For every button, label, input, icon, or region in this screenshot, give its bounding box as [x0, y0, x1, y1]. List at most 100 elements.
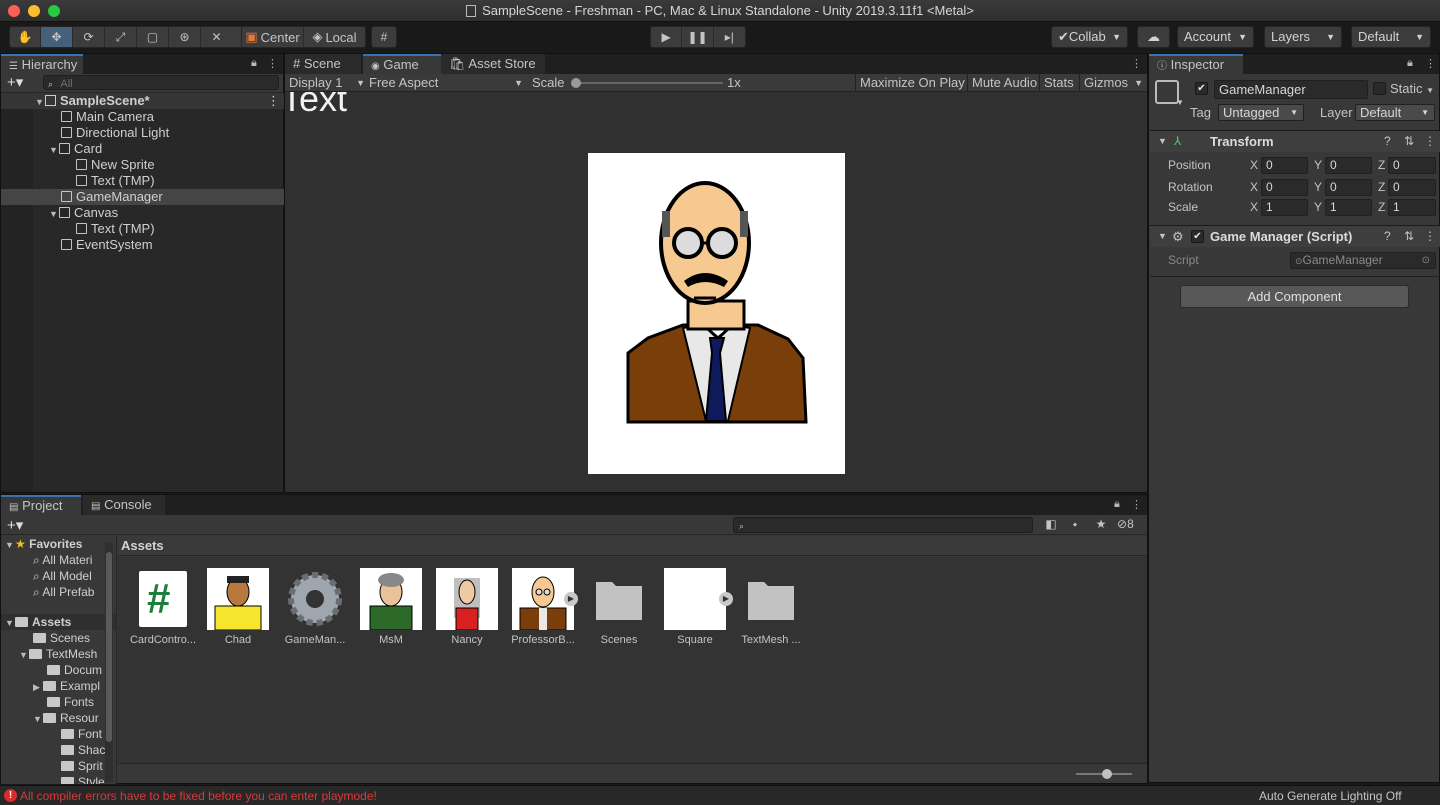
- asset-item-nancy[interactable]: Nancy: [431, 568, 503, 646]
- zoom-window-button[interactable]: [48, 5, 60, 17]
- asset-item-msm[interactable]: MsM: [355, 568, 427, 646]
- tree-folder[interactable]: Style: [61, 774, 105, 784]
- tree-folder[interactable]: ▼ TextMesh: [19, 646, 97, 662]
- position-z-field[interactable]: 0: [1388, 157, 1436, 174]
- tab-project[interactable]: ▤ Project: [1, 495, 81, 515]
- rotation-z-field[interactable]: 0: [1388, 179, 1436, 196]
- transform-tool-icon[interactable]: ⊛: [169, 27, 201, 47]
- active-checkbox[interactable]: ✔: [1195, 82, 1208, 95]
- breadcrumb-assets[interactable]: Assets: [121, 538, 164, 553]
- asset-item-cardcontroller[interactable]: # CardContro...: [127, 568, 199, 646]
- static-checkbox[interactable]: [1373, 82, 1386, 95]
- mute-audio-toggle[interactable]: Mute Audio: [967, 74, 1041, 92]
- tab-asset-store[interactable]: 🛍︎ Asset Store: [441, 54, 545, 74]
- hierarchy-item-eventsystem[interactable]: EventSystem: [1, 237, 284, 253]
- rotate-tool-icon[interactable]: ⟳: [73, 27, 105, 47]
- asset-item-gamemanager[interactable]: GameMan...: [279, 568, 351, 646]
- pivot-center-button[interactable]: ▣ Center: [242, 27, 304, 47]
- aspect-dropdown[interactable]: Free Aspect ▼: [369, 74, 523, 92]
- lock-icon[interactable]: 🔒︎: [1114, 498, 1120, 511]
- tree-folder[interactable]: Sprit: [61, 758, 103, 774]
- preset-icon[interactable]: ⇅: [1404, 134, 1414, 148]
- scale-x-field[interactable]: 1: [1261, 199, 1308, 216]
- tab-game[interactable]: ◉ Game: [363, 54, 445, 74]
- hierarchy-search-input[interactable]: ⌕ All: [43, 75, 279, 90]
- play-icon[interactable]: ▶: [651, 27, 683, 47]
- layer-dropdown[interactable]: Default ▼: [1355, 104, 1435, 121]
- asset-item-chad[interactable]: Chad: [202, 568, 274, 646]
- kebab-menu-icon[interactable]: ⋮: [1424, 134, 1436, 148]
- scale-y-field[interactable]: 1: [1325, 199, 1372, 216]
- script-enabled-checkbox[interactable]: ✔: [1191, 230, 1204, 243]
- hierarchy-item-card-text[interactable]: Text (TMP): [1, 173, 284, 189]
- help-icon[interactable]: ?: [1384, 229, 1391, 243]
- scale-slider[interactable]: [571, 78, 723, 88]
- transform-header[interactable]: ▼ ⅄ Transform ? ⇅ ⋮: [1150, 130, 1440, 152]
- stats-toggle[interactable]: Stats: [1039, 74, 1078, 92]
- maximize-on-play-toggle[interactable]: Maximize On Play: [855, 74, 969, 92]
- tag-dropdown[interactable]: Untagged ▼: [1218, 104, 1304, 121]
- display-dropdown[interactable]: Display 1 ▼: [289, 74, 365, 92]
- assets-row[interactable]: ▼ Assets: [1, 614, 116, 630]
- tree-scrollbar[interactable]: [105, 542, 113, 782]
- hierarchy-item-directional-light[interactable]: Directional Light: [1, 125, 284, 141]
- lock-icon[interactable]: 🔒︎: [1407, 57, 1413, 70]
- asset-item-square[interactable]: Square ▶: [659, 568, 733, 646]
- tree-folder[interactable]: Scenes: [33, 630, 90, 646]
- step-icon[interactable]: ▸|: [714, 27, 745, 47]
- tree-folder[interactable]: Docum: [47, 662, 102, 678]
- preset-icon[interactable]: ⇅: [1404, 229, 1414, 243]
- scale-tool-icon[interactable]: ⤢: [105, 27, 137, 47]
- hand-tool-icon[interactable]: ✋: [10, 27, 41, 47]
- expand-arrow-icon[interactable]: ▶: [564, 592, 578, 606]
- hierarchy-item-gamemanager[interactable]: GameManager: [1, 189, 284, 205]
- tab-console[interactable]: ▤ Console: [83, 495, 165, 515]
- layout-dropdown[interactable]: Default ▼: [1351, 26, 1431, 48]
- position-x-field[interactable]: 0: [1261, 157, 1308, 174]
- custom-tool-icon[interactable]: ✕: [201, 27, 232, 47]
- search-by-type-icon[interactable]: ◧: [1041, 517, 1061, 531]
- add-icon[interactable]: +▾: [7, 516, 23, 534]
- scene-row[interactable]: ▼ SampleScene* ⋮: [1, 93, 284, 109]
- layers-dropdown[interactable]: Layers ▼: [1264, 26, 1342, 48]
- pause-icon[interactable]: ❚❚: [682, 27, 714, 47]
- lock-icon[interactable]: 🔒︎: [251, 57, 257, 70]
- status-error-message[interactable]: All compiler errors have to be fixed bef…: [20, 789, 377, 803]
- minimize-window-button[interactable]: [28, 5, 40, 17]
- favorite-item[interactable]: ⌕ All Prefab: [33, 584, 94, 600]
- expand-arrow-icon[interactable]: ▶: [719, 592, 733, 606]
- kebab-menu-icon[interactable]: ⋮: [1131, 57, 1142, 70]
- tree-scrollbar-thumb[interactable]: [106, 552, 112, 742]
- rotation-x-field[interactable]: 0: [1261, 179, 1308, 196]
- position-y-field[interactable]: 0: [1325, 157, 1372, 174]
- kebab-menu-icon[interactable]: ⋮: [267, 93, 280, 109]
- asset-item-textmesh[interactable]: TextMesh ...: [735, 568, 807, 646]
- project-search-input[interactable]: ⌕: [733, 517, 1033, 533]
- hierarchy-item-main-camera[interactable]: Main Camera: [1, 109, 284, 125]
- favorite-item[interactable]: ⌕ All Materi: [33, 552, 92, 568]
- lighting-status[interactable]: Auto Generate Lighting Off: [1259, 789, 1402, 803]
- static-dropdown[interactable]: Static ▼: [1390, 81, 1434, 96]
- add-icon[interactable]: +▾: [7, 74, 23, 91]
- scale-z-field[interactable]: 1: [1388, 199, 1436, 216]
- icon-size-slider-thumb[interactable]: [1102, 769, 1112, 779]
- close-window-button[interactable]: [8, 5, 20, 17]
- tab-scene[interactable]: # Scene: [285, 54, 361, 74]
- search-by-label-icon[interactable]: ⬩: [1065, 517, 1085, 532]
- object-name-field[interactable]: GameManager: [1214, 80, 1368, 99]
- hierarchy-item-canvas[interactable]: ▼ Canvas: [1, 205, 284, 221]
- scale-slider-thumb[interactable]: [571, 78, 581, 88]
- grid-snap-icon[interactable]: #: [372, 27, 396, 47]
- move-tool-icon[interactable]: ✥: [41, 27, 73, 47]
- icon-size-slider[interactable]: [1076, 769, 1132, 779]
- hierarchy-item-new-sprite[interactable]: New Sprite: [1, 157, 284, 173]
- favorites-row[interactable]: ▼★ Favorites: [5, 536, 82, 552]
- script-object-field[interactable]: ⊙GameManager ⊙: [1290, 252, 1436, 269]
- favorite-star-icon[interactable]: ★: [1091, 517, 1111, 531]
- add-component-button[interactable]: Add Component: [1180, 285, 1409, 308]
- help-icon[interactable]: ?: [1384, 134, 1391, 148]
- tree-folder[interactable]: Fonts: [47, 694, 94, 710]
- cloud-button[interactable]: ☁: [1137, 26, 1170, 48]
- hierarchy-item-card[interactable]: ▼ Card: [1, 141, 284, 157]
- tab-hierarchy[interactable]: ☰ Hierarchy: [1, 54, 83, 74]
